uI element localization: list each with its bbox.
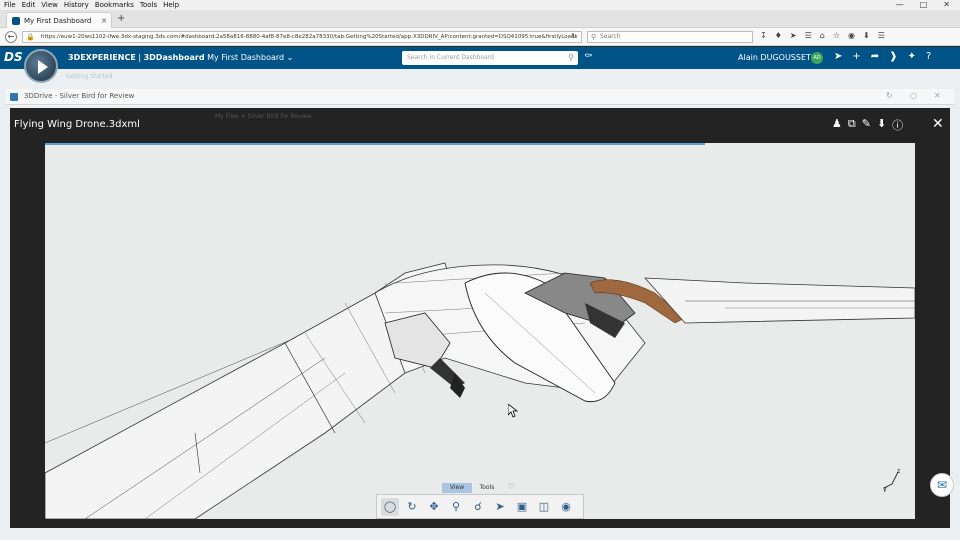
- visibility-icon[interactable]: ◉: [557, 498, 575, 516]
- dashboard-search-placeholder: Search in Current Dashboard: [407, 54, 494, 61]
- reload-icon[interactable]: ↻: [571, 32, 577, 40]
- chevron-down-icon[interactable]: ⌄: [287, 53, 294, 62]
- viewer-close-icon[interactable]: ✕: [932, 116, 944, 132]
- tag-icon[interactable]: ⚰: [584, 51, 592, 62]
- svg-text:y: y: [883, 486, 887, 492]
- dashboard-search-input[interactable]: Search in Current Dashboard ⚲: [402, 51, 578, 65]
- header-actions: ➤ + ➦ ❱ ✦ ?: [834, 51, 931, 62]
- compass-icon[interactable]: [24, 49, 58, 83]
- rotate-icon[interactable]: ↻: [403, 498, 421, 516]
- app-header: DS 3DEXPERIENCE | 3DDashboard My First D…: [0, 47, 960, 69]
- share-arrow-icon[interactable]: ➦: [871, 51, 879, 62]
- library-icon[interactable]: ☰: [805, 31, 812, 40]
- fit-all-icon[interactable]: ◯: [381, 497, 399, 516]
- info-icon[interactable]: ⓘ: [892, 117, 903, 133]
- zoom-icon[interactable]: ☌: [469, 498, 487, 516]
- viewer-file-title: Flying Wing Drone.3dxml: [14, 119, 140, 130]
- help-icon[interactable]: ?: [926, 51, 931, 62]
- search-icon: ⚲: [591, 33, 597, 41]
- menu-edit[interactable]: Edit: [22, 1, 36, 9]
- firefox-download-icon[interactable]: ⬇: [863, 31, 870, 40]
- favorite-icon[interactable]: ♡: [508, 482, 515, 491]
- zoom-window-icon[interactable]: ⚲: [447, 498, 465, 516]
- browser-menubar: File Edit View History Bookmarks Tools H…: [0, 0, 960, 10]
- browser-search-placeholder: Search: [600, 33, 621, 40]
- menu-history[interactable]: History: [64, 1, 89, 9]
- chat-icon[interactable]: ✉: [930, 473, 954, 497]
- tab-close-icon[interactable]: ✕: [101, 17, 107, 25]
- drive-icon: [10, 93, 18, 101]
- send-icon[interactable]: ➤: [790, 31, 797, 40]
- pocket-icon[interactable]: ◉: [848, 31, 855, 40]
- view-toolbar: ◯ ↻ ✥ ⚲ ☌ ➤ ▣ ◫ ◉: [376, 494, 584, 519]
- widget-close-icon[interactable]: ✕: [934, 91, 941, 100]
- menu-help[interactable]: Help: [163, 1, 179, 9]
- svg-text:z: z: [897, 468, 900, 475]
- home-icon[interactable]: ⌂: [820, 31, 825, 40]
- browser-tabbar: My First Dashboard ✕ +: [0, 10, 960, 28]
- expand-icon[interactable]: ○: [910, 91, 917, 100]
- maximize-icon[interactable]: □: [920, 0, 928, 9]
- tools-icon[interactable]: ✦: [908, 51, 916, 62]
- widget-title: 3DDrive - Silver Bird for Review: [24, 92, 135, 100]
- menu-file[interactable]: File: [4, 1, 16, 9]
- close-window-icon[interactable]: ✕: [943, 0, 950, 9]
- browser-toolbar-icons: ↧ ♦ ➤ ☰ ⌂ ☆ ◉ ⬇ ☰: [760, 31, 885, 40]
- load-progress-bar: [45, 143, 705, 145]
- dashboard-name[interactable]: My First Dashboard: [207, 53, 284, 62]
- select-icon[interactable]: ➤: [491, 498, 509, 516]
- search-icon[interactable]: ⚲: [568, 51, 574, 65]
- user-name[interactable]: Alain DUGOUSSET: [738, 53, 811, 62]
- copy-icon[interactable]: ⧉: [848, 117, 856, 133]
- app-name: 3DDashboard: [143, 53, 205, 62]
- 3d-viewport[interactable]: [45, 143, 915, 519]
- share-icon[interactable]: ❱: [889, 51, 897, 62]
- breadcrumb: My Files > Silver Bird for Review: [215, 113, 312, 120]
- browser-tab[interactable]: My First Dashboard ✕: [6, 12, 112, 28]
- refresh-icon[interactable]: ↻: [886, 91, 893, 100]
- tab-view[interactable]: View: [442, 483, 472, 493]
- download-arrow-icon[interactable]: ↧: [760, 31, 767, 40]
- axis-triad-icon: z y: [883, 468, 900, 492]
- mouse-cursor-icon: [508, 404, 518, 418]
- minimize-icon[interactable]: —: [896, 0, 904, 9]
- brand-name: 3DEXPERIENCE: [68, 53, 136, 62]
- dashboard-tab-label: Getting Started: [66, 73, 113, 80]
- pencil-icon[interactable]: ✎: [862, 117, 871, 133]
- add-user-icon[interactable]: ♟: [832, 117, 842, 133]
- hamburger-menu-icon[interactable]: ☰: [878, 31, 885, 40]
- app-title: 3DEXPERIENCE | 3DDashboard My First Dash…: [68, 53, 293, 62]
- menu-tools[interactable]: Tools: [140, 1, 157, 9]
- tab-tools[interactable]: Tools: [472, 483, 502, 493]
- ds-logo-icon: DS: [4, 50, 23, 64]
- extension-icon[interactable]: ♦: [775, 31, 782, 40]
- url-input[interactable]: https://euw1-20ws1102-ifwe.3dx-staging.3…: [22, 31, 582, 43]
- section-icon[interactable]: ◫: [535, 498, 553, 516]
- back-icon[interactable]: ←: [5, 31, 17, 43]
- new-tab-icon[interactable]: +: [117, 13, 125, 24]
- notification-icon[interactable]: ➤: [834, 51, 842, 62]
- menu-view[interactable]: View: [41, 1, 58, 9]
- widget-header: 3DDrive - Silver Bird for Review ↻ ○ ✕: [6, 89, 954, 105]
- brand-separator: |: [135, 53, 144, 62]
- pan-icon[interactable]: ✥: [425, 498, 443, 516]
- bookmark-star-icon[interactable]: ☆: [833, 31, 840, 40]
- menu-bookmarks[interactable]: Bookmarks: [95, 1, 134, 9]
- favicon-icon: [12, 16, 20, 25]
- avatar[interactable]: AD: [811, 52, 823, 64]
- add-icon[interactable]: +: [852, 51, 860, 62]
- drone-model: [45, 262, 915, 519]
- browser-navbar: ← https://euw1-20ws1102-ifwe.3dx-staging…: [0, 28, 960, 46]
- window-controls: — □ ✕: [896, 0, 956, 9]
- cube-view-icon[interactable]: ▣: [513, 498, 531, 516]
- browser-search-input[interactable]: ⚲ Search: [587, 31, 753, 43]
- toolbar-tabs: View Tools: [442, 483, 502, 493]
- tab-title: My First Dashboard: [24, 16, 92, 25]
- lock-icon: 🔒: [26, 33, 35, 41]
- viewer-actions: ♟ ⧉ ✎ ⬇ ⓘ: [832, 117, 903, 133]
- download-icon[interactable]: ⬇: [877, 117, 886, 133]
